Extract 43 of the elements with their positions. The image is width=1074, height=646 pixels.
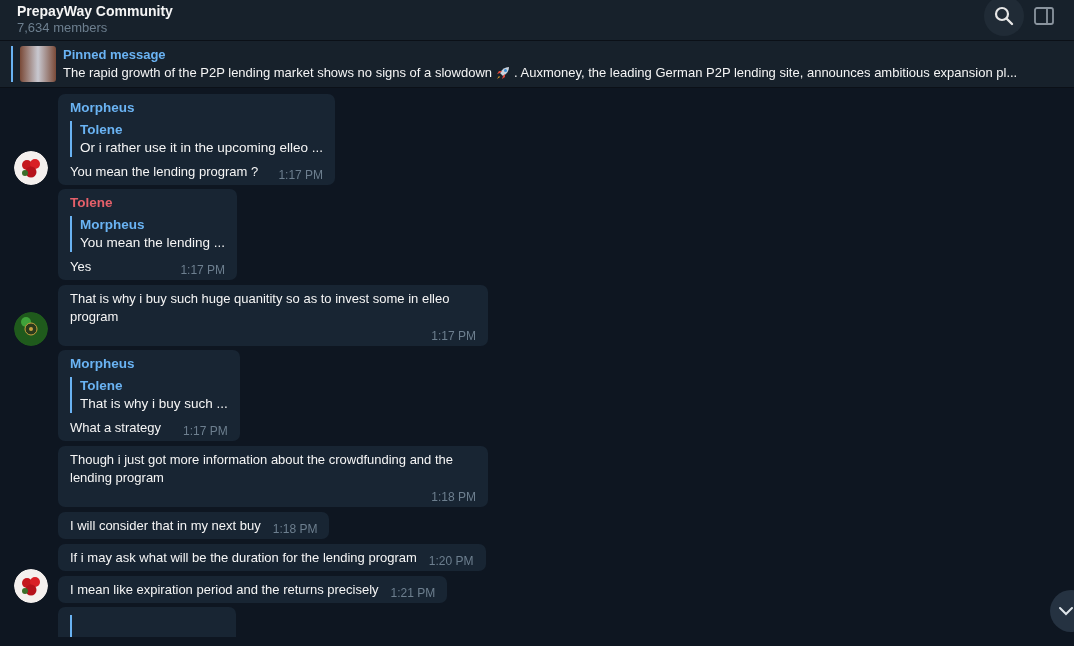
message-time: 1:17 PM <box>278 167 324 183</box>
message-text: Yes <box>70 258 92 276</box>
flower-avatar-icon <box>14 569 48 603</box>
message-text: What a strategy <box>70 419 162 437</box>
photo-placeholder <box>20 46 56 82</box>
reply-author: Morpheus <box>80 216 146 234</box>
reply-quote[interactable]: Tolene That is why i buy such ... <box>70 377 228 413</box>
message-text: You mean the lending program ? <box>70 163 259 181</box>
message-text: If i may ask what will be the duration for the lending program <box>70 549 417 567</box>
reply-author: Tolene <box>80 121 124 139</box>
search-icon <box>994 6 1014 26</box>
flower-avatar-icon <box>14 151 48 185</box>
message-time: 1:18 PM <box>272 521 318 537</box>
message-time: 1:21 PM <box>390 585 436 601</box>
reply-quote[interactable]: Tolene Or i rather use it in the upcoming elleo ... <box>70 121 324 157</box>
sender-name: Morpheus <box>70 99 136 117</box>
reply-quote[interactable]: Morpheus You mean the lending ... <box>70 216 226 252</box>
message-time: 1:17 PM <box>431 328 476 344</box>
message-time: 1:18 PM <box>431 489 476 505</box>
pinned-text: The rapid growth of the P2P lending market shows no signs of a slowdown <box>63 64 492 82</box>
sender-name: Tolene <box>70 194 114 212</box>
member-count: 7,634 members <box>17 20 109 36</box>
coin-avatar-icon <box>14 312 48 346</box>
chat-title: PrepayWay Community <box>17 2 174 20</box>
chevron-down-icon <box>1058 606 1074 616</box>
reply-text: That is why i buy such ... <box>80 395 228 413</box>
message-text: Though i just got more information about the crowdfunding and the lending program <box>70 451 455 487</box>
pinned-message-bar[interactable]: Pinned message The rapid growth of the P2P lending market shows no signs of a slowdown . Auxmoney, the leading German P2P lending site, announces ambitious expansion pl... <box>0 41 1074 88</box>
side-panel-icon <box>1034 7 1054 25</box>
rocket-icon <box>495 65 511 81</box>
message-text: I mean like expiration period and the returns precisely <box>70 581 379 599</box>
reply-text: You mean the lending ... <box>80 234 226 252</box>
message-time: 1:20 PM <box>428 553 474 569</box>
sender-name: Morpheus <box>70 355 136 373</box>
message-text: I will consider that in my next buy <box>70 517 261 535</box>
pinned-text: . Auxmoney, the leading German P2P lending site, announces ambitious expansion pl... <box>514 64 1018 82</box>
pinned-label: Pinned message <box>63 46 167 64</box>
reply-text: Or i rather use it in the upcoming elleo ... <box>80 139 324 157</box>
message-text: That is why i buy such huge quanitity so as to invest some in elleo program <box>70 290 451 326</box>
search-button[interactable] <box>984 0 1024 36</box>
message-time: 1:17 PM <box>183 423 228 439</box>
reply-author: Tolene <box>80 377 124 395</box>
message-time: 1:17 PM <box>180 262 226 278</box>
